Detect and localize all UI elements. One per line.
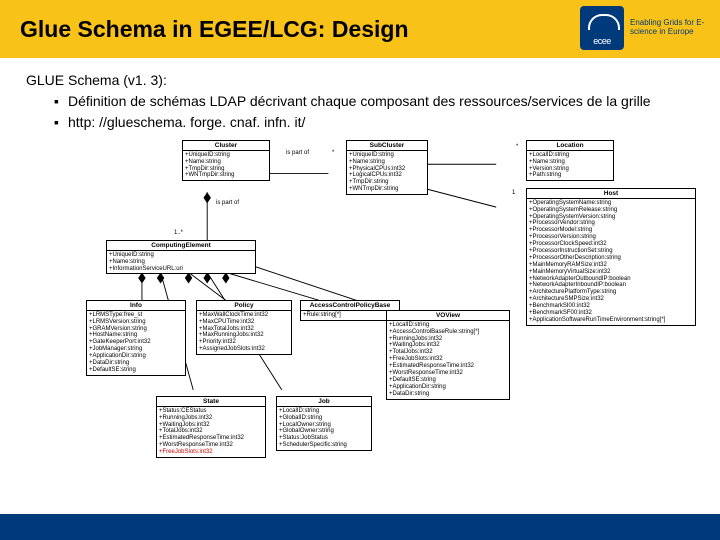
uml-diagram: is part of is part of 1..* * * 1 Cluster… xyxy=(86,140,664,470)
uml-acb: AccessControlPolicyBase +Rule:string[*] xyxy=(300,300,400,321)
footer-bar xyxy=(0,514,720,540)
uml-host: Host +OperatingSystemName:string+Operati… xyxy=(526,188,696,326)
uml-cluster: Cluster +UniqueID:string+Name:string+Tmp… xyxy=(182,140,270,182)
uml-title: Cluster xyxy=(183,141,269,151)
uml-title: Job xyxy=(277,397,371,407)
uml-title: State xyxy=(157,397,265,407)
assoc-label: is part of xyxy=(286,150,309,156)
egee-logo: Enabling Grids for E-science in Europe xyxy=(580,6,710,50)
bullet-item: http: //glueschema. forge. cnaf. infn. i… xyxy=(54,113,694,132)
assoc-mult: * xyxy=(332,150,334,156)
bullet-list: Définition de schémas LDAP décrivant cha… xyxy=(26,92,694,132)
uml-attrs: +MaxWallClockTime:int32+MaxCPUTime:int32… xyxy=(197,311,291,354)
uml-policy: Policy +MaxWallClockTime:int32+MaxCPUTim… xyxy=(196,300,292,355)
uml-info: Info +LRMSType:free_st+LRMSVersion:strin… xyxy=(86,300,186,376)
assoc-mult: 1..* xyxy=(174,230,183,236)
uml-subcluster: SubCluster +UniqueID:string+Name:string+… xyxy=(346,140,428,195)
slide-title: Glue Schema in EGEE/LCG: Design xyxy=(20,16,409,43)
uml-voview: VOView +LocalID:string+AccessControlBase… xyxy=(386,310,510,400)
egee-logo-mark xyxy=(580,6,624,50)
content-area: GLUE Schema (v1. 3): Définition de schém… xyxy=(0,58,720,470)
uml-title: Host xyxy=(527,189,695,199)
assoc-mult: 1 xyxy=(512,190,515,196)
uml-title: SubCluster xyxy=(347,141,427,151)
assoc-mult: * xyxy=(516,144,518,150)
uml-title: Policy xyxy=(197,301,291,311)
uml-attrs: +LocalID:string+GlobalID:string+LocalOwn… xyxy=(277,407,371,450)
uml-title: AccessControlPolicyBase xyxy=(301,301,399,311)
egee-tagline: Enabling Grids for E-science in Europe xyxy=(630,19,710,37)
uml-attrs: +OperatingSystemName:string+OperatingSys… xyxy=(527,199,695,325)
uml-attrs: +Status:CEStatus+RunningJobs:int32+Waiti… xyxy=(157,407,265,457)
uml-attrs: +UniqueID:string+Name:string+TmpDir:stri… xyxy=(183,151,269,181)
uml-state: State +Status:CEStatus+RunningJobs:int32… xyxy=(156,396,266,458)
uml-title: VOView xyxy=(387,311,509,321)
uml-attrs: +LRMSType:free_st+LRMSVersion:string+GRA… xyxy=(87,311,185,375)
intro-line: GLUE Schema (v1. 3): xyxy=(26,72,694,88)
uml-attrs: +LocalID:string+AccessControlBaseRule:st… xyxy=(387,321,509,399)
uml-attrs: +Rule:string[*] xyxy=(301,311,399,320)
uml-title: Location xyxy=(527,141,613,151)
uml-computing-element: ComputingElement +UniqueID:string+Name:s… xyxy=(106,240,256,275)
uml-title: ComputingElement xyxy=(107,241,255,251)
uml-attrs: +UniqueID:string+Name:string+Information… xyxy=(107,251,255,274)
bullet-item: Définition de schémas LDAP décrivant cha… xyxy=(54,92,694,111)
assoc-label: is part of xyxy=(216,200,239,206)
uml-title: Info xyxy=(87,301,185,311)
uml-attrs: +UniqueID:string+Name:string+PhysicalCPU… xyxy=(347,151,427,194)
uml-job: Job +LocalID:string+GlobalID:string+Loca… xyxy=(276,396,372,451)
uml-attrs: +LocalID:string+Name:string+Version:stri… xyxy=(527,151,613,181)
uml-location: Location +LocalID:string+Name:string+Ver… xyxy=(526,140,614,182)
